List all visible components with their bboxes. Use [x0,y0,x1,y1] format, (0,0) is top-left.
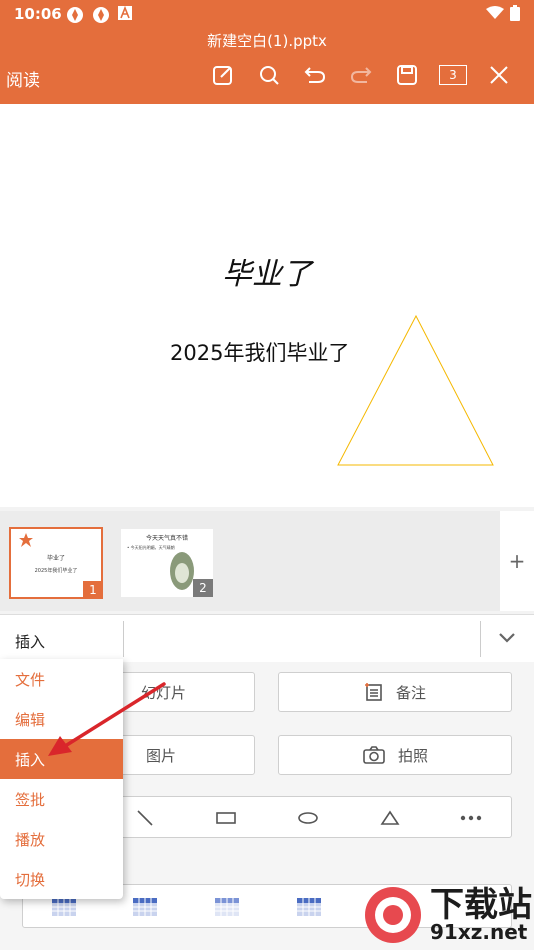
divider [123,621,124,657]
undo-button[interactable] [292,60,338,90]
slide-canvas[interactable]: 毕业了 2025年我们毕业了 [0,104,534,507]
annotation-arrow-icon [48,682,166,756]
save-button[interactable] [384,60,430,90]
slide-thumbnail-1[interactable]: 毕业了 2025年我们毕业了 1 [9,527,103,599]
header: 10:06 新建空白(1).pptx 阅读 3 [0,0,534,104]
menu-item-transition[interactable]: 切换 [0,859,123,899]
page-switch-button[interactable]: 3 [430,60,476,90]
thumb-title: 毕业了 [46,555,65,562]
document-title: 新建空白(1).pptx [207,32,327,50]
app-notification-icon [67,7,83,23]
status-notification-icons [66,6,132,24]
font-notification-icon [118,6,132,20]
divider [480,621,481,657]
slide-number-badge: 2 [193,579,213,597]
ellipse-shape-icon[interactable] [297,810,319,826]
take-photo-button[interactable]: 拍照 [278,735,512,775]
close-icon [490,66,508,84]
add-slide-button[interactable]: + [500,511,534,611]
battery-icon [510,5,520,21]
thumb-photo-image [170,552,194,590]
slide-number-badge: 1 [83,581,103,599]
table-style-icon[interactable] [296,897,322,917]
table-style-icon[interactable] [132,897,158,917]
page-count: 3 [439,65,467,85]
triangle-shape-icon[interactable] [379,809,401,827]
edit-button[interactable] [200,60,246,90]
thumb-subtitle: 2025年我们毕业了 [34,568,78,574]
take-photo-label: 拍照 [397,746,428,765]
save-icon [397,65,417,85]
slide-thumbnail-strip: 毕业了 2025年我们毕业了 1 今天天气真不错 • 今天阳光明媚，天气晴朗 2 [0,511,500,611]
table-style-icon[interactable] [214,897,240,917]
table-style-icon[interactable] [51,897,77,917]
close-button[interactable] [476,60,522,90]
edit-icon [213,66,232,85]
triangle-shape[interactable] [336,314,496,469]
thumb-title: 今天天气真不错 [145,535,188,542]
status-time: 10:06 [14,5,62,23]
undo-icon [304,67,326,83]
ribbon-tab-bar: 插入 [0,614,534,662]
camera-icon [363,746,385,764]
watermark-logo-icon [365,887,421,943]
notes-icon [364,683,382,701]
menu-item-play[interactable]: 播放 [0,819,123,859]
slide-title[interactable]: 毕业了 [0,249,534,293]
rectangle-shape-icon[interactable] [215,810,237,826]
watermark-logo: 下载站 91xz.net [362,884,532,946]
watermark-main-text: 下载站 [430,885,532,925]
notes-label: 备注 [395,683,426,702]
slide-subtitle[interactable]: 2025年我们毕业了 [170,337,349,367]
line-shape-icon[interactable] [135,808,155,828]
star-decoration-icon [19,533,33,547]
redo-button[interactable] [338,60,384,90]
shapes-row [100,796,512,838]
app-root: 10:06 新建空白(1).pptx 阅读 3 毕业了 2025年我们毕业了 毕… [0,0,534,950]
more-shapes-icon[interactable] [459,813,483,823]
wifi-icon [486,6,504,19]
notes-button[interactable]: 备注 [278,672,512,712]
menu-item-review[interactable]: 签批 [0,779,123,819]
watermark-sub-text: 91xz.net [430,920,528,944]
redo-icon [350,67,372,83]
search-icon [260,66,279,85]
current-tab-label[interactable]: 插入 [15,631,45,652]
top-toolbar: 3 [200,60,522,90]
app-notification-icon [93,7,109,23]
chevron-down-icon[interactable] [496,629,518,647]
thumb-bullet: • 今天阳光明媚，天气晴朗 [127,545,175,550]
slide-thumbnail-2[interactable]: 今天天气真不错 • 今天阳光明媚，天气晴朗 2 [121,529,213,597]
read-mode-button[interactable]: 阅读 [6,66,40,91]
search-button[interactable] [246,60,292,90]
status-system-icons [486,5,520,21]
